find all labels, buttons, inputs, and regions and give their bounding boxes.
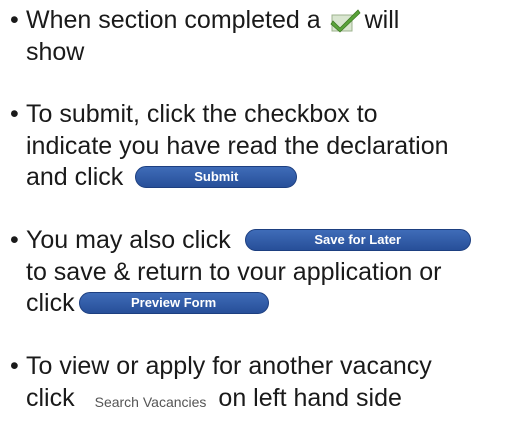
bullet-text: show [26,38,85,66]
bullet-text: When section completed a [26,6,321,34]
bullet-dot: • [10,226,19,254]
save-for-later-button[interactable]: Save for Later [244,229,471,251]
bullet-text: click [26,289,75,317]
bullet-line: • To submit, click the checkbox to [10,98,378,130]
bullet-line: • You may also click Save for Later [10,224,471,256]
green-checkmark-icon [329,7,361,33]
instruction-slide: • When section completed a will show • T… [0,0,527,429]
bullet-dot: • [10,100,19,128]
bullet-line: • To view or apply for another vacancy [10,350,432,382]
bullet-text: on left hand side [218,384,402,412]
bullet-line: click Search Vacancies on left hand side [26,382,402,414]
search-vacancies-link[interactable]: Search Vacancies [95,386,207,418]
bullet-text: To view or apply for another vacancy [26,352,432,380]
bullet-line: show [26,36,84,68]
bullet-dot: • [10,352,19,380]
bullet-line: indicate you have read the declaration [26,130,449,162]
submit-button[interactable]: Submit [135,166,298,188]
preview-form-button[interactable]: Preview Form [78,292,269,314]
bullet-text: indicate you have read the declaration [26,132,449,160]
bullet-text: You may also click [26,226,231,254]
bullet-dot: • [10,6,19,34]
bullet-line: to save & return to vour application or [26,256,442,288]
bullet-line: click Preview Form [26,287,269,319]
bullet-line: and click Submit [26,161,298,193]
bullet-text: will [364,6,400,34]
bullet-text: click [26,384,75,412]
bullet-text: and click [26,163,124,191]
bullet-text: To submit, click the checkbox to [26,100,378,128]
bullet-text: to save & return to vour application or [26,258,442,286]
bullet-line: • When section completed a will [10,4,399,36]
